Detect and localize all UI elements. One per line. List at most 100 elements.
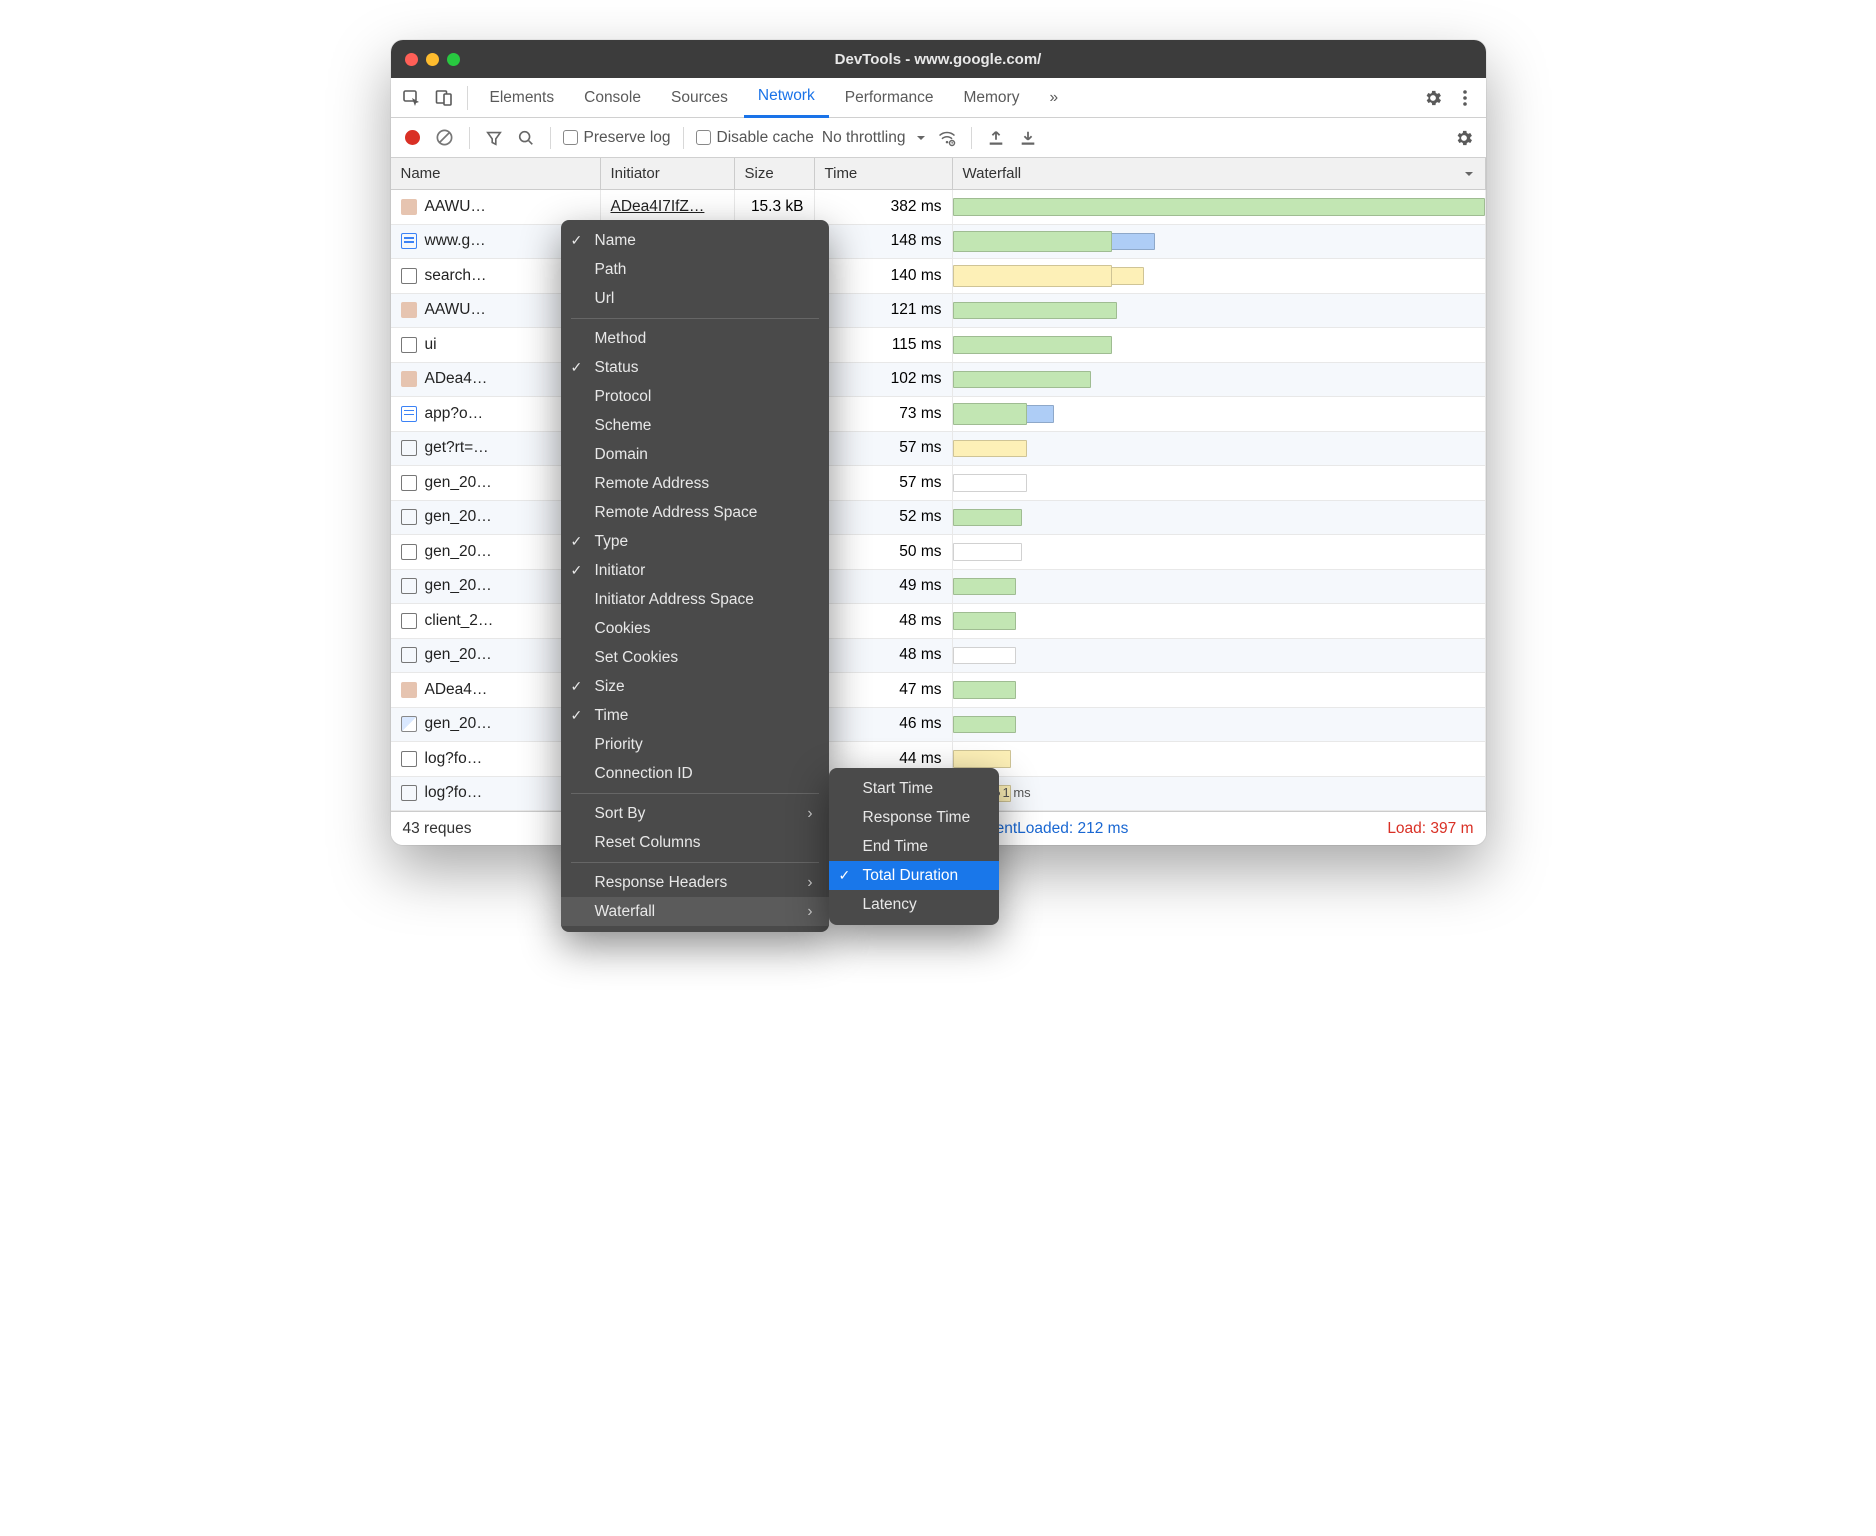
waterfall-cell	[953, 328, 1486, 362]
table-row[interactable]: get?rt=…rs=AA2YrT…14.8 kB57 ms	[391, 432, 1486, 467]
check-icon: ✓	[571, 562, 583, 579]
header-waterfall[interactable]: Waterfall	[953, 158, 1486, 189]
table-row[interactable]: ADea4…(index)22 B102 ms	[391, 363, 1486, 398]
menu-item-name[interactable]: ✓Name	[561, 226, 829, 255]
table-row[interactable]: gen_20…(index):11615 B49 ms	[391, 570, 1486, 605]
kebab-menu-icon[interactable]	[1450, 89, 1480, 107]
table-row[interactable]: client_2…(index):318 B48 ms	[391, 604, 1486, 639]
menu-item-type[interactable]: ✓Type	[561, 527, 829, 556]
menu-item-sort-by[interactable]: Sort By›	[561, 799, 829, 828]
network-settings-gear-icon[interactable]	[1452, 128, 1476, 148]
tabs-overflow[interactable]: »	[1035, 78, 1072, 118]
menu-item-remote-address[interactable]: Remote Address	[561, 469, 829, 498]
submenu-item-total-duration[interactable]: ✓Total Duration	[829, 861, 999, 890]
menu-item-size[interactable]: ✓Size	[561, 672, 829, 701]
request-name: AAWU…	[425, 198, 486, 216]
export-har-icon[interactable]	[1016, 129, 1040, 147]
throttling-select[interactable]: No throttling	[822, 129, 928, 147]
menu-item-time[interactable]: ✓Time	[561, 701, 829, 730]
import-har-icon[interactable]	[984, 129, 1008, 147]
table-row[interactable]: gen_20…(index):1214 B50 ms	[391, 535, 1486, 570]
time-cell: 48 ms	[815, 604, 953, 638]
header-initiator[interactable]: Initiator	[601, 158, 735, 189]
waterfall-bar	[953, 578, 1017, 596]
table-row[interactable]: gen_20…14 B46 ms	[391, 708, 1486, 743]
header-time[interactable]: Time	[815, 158, 953, 189]
menu-item-initiator[interactable]: ✓Initiator	[561, 556, 829, 585]
submenu-item-latency[interactable]: Latency	[829, 890, 999, 919]
waterfall-submenu[interactable]: Start TimeResponse TimeEnd Time✓Total Du…	[829, 768, 999, 925]
menu-item-priority[interactable]: Priority	[561, 730, 829, 759]
table-row[interactable]: gen_20…(index):21514 B48 ms	[391, 639, 1486, 674]
record-button[interactable]	[401, 130, 425, 145]
table-row[interactable]: app?o…rs=AA2YrT…14.4 kB73 ms	[391, 397, 1486, 432]
filter-icon[interactable]	[482, 129, 506, 147]
table-row[interactable]: ADea4…app?origin…22 B47 ms	[391, 673, 1486, 708]
table-row[interactable]: search…m=cdos,dp…21.0 kB140 ms	[391, 259, 1486, 294]
request-name: search…	[425, 267, 487, 285]
file-type-icon	[401, 371, 417, 387]
menu-item-reset-columns[interactable]: Reset Columns	[561, 828, 829, 857]
menu-item-waterfall[interactable]: Waterfall›	[561, 897, 829, 926]
request-name: gen_20…	[425, 646, 492, 664]
size-cell: 15.3 kB	[735, 190, 815, 224]
submenu-item-start-time[interactable]: Start Time	[829, 774, 999, 803]
submenu-item-end-time[interactable]: End Time	[829, 832, 999, 861]
table-row[interactable]: gen_20…(index):11615 B52 ms	[391, 501, 1486, 536]
zoom-icon[interactable]	[447, 53, 460, 66]
waterfall-bar	[953, 681, 1017, 699]
menu-item-set-cookies[interactable]: Set Cookies	[561, 643, 829, 672]
inspect-element-icon[interactable]	[397, 88, 427, 108]
menu-item-url[interactable]: Url	[561, 284, 829, 313]
tab-performance[interactable]: Performance	[831, 78, 948, 118]
waterfall-cell	[953, 225, 1486, 259]
initiator-cell[interactable]: ADea4I7IfZ…	[611, 198, 705, 216]
clear-icon[interactable]	[433, 128, 457, 147]
search-icon[interactable]	[514, 129, 538, 147]
minimize-icon[interactable]	[426, 53, 439, 66]
waterfall-bar	[953, 440, 1027, 458]
table-row[interactable]: AAWU…ADea4I7IfZ…15.3 kB382 ms	[391, 190, 1486, 225]
menu-item-path[interactable]: Path	[561, 255, 829, 284]
table-row[interactable]: uim=DhPYm…0 B115 ms	[391, 328, 1486, 363]
request-name: ui	[425, 336, 437, 354]
menu-item-initiator-address-space[interactable]: Initiator Address Space	[561, 585, 829, 614]
preserve-log-checkbox[interactable]: Preserve log	[563, 129, 671, 147]
network-table-headers: Name Initiator Size Time Waterfall	[391, 158, 1486, 190]
header-name[interactable]: Name	[391, 158, 601, 189]
menu-item-cookies[interactable]: Cookies	[561, 614, 829, 643]
header-context-menu[interactable]: ✓NamePathUrl Method✓StatusProtocolSchemeD…	[561, 220, 829, 932]
menu-item-domain[interactable]: Domain	[561, 440, 829, 469]
menu-item-status[interactable]: ✓Status	[561, 353, 829, 382]
settings-gear-icon[interactable]	[1418, 88, 1448, 108]
request-name: ADea4…	[425, 681, 488, 699]
menu-item-method[interactable]: Method	[561, 324, 829, 353]
menu-item-scheme[interactable]: Scheme	[561, 411, 829, 440]
waterfall-bar	[953, 543, 1022, 561]
time-cell: 57 ms	[815, 432, 953, 466]
tab-sources[interactable]: Sources	[657, 78, 742, 118]
time-cell: 148 ms	[815, 225, 953, 259]
table-row[interactable]: AAWU…ADea4I7IfZ…2.7 kB121 ms	[391, 294, 1486, 329]
network-conditions-icon[interactable]	[935, 128, 959, 148]
devtools-window: DevTools - www.google.com/ ElementsConso…	[391, 40, 1486, 845]
menu-item-response-headers[interactable]: Response Headers›	[561, 868, 829, 897]
disable-cache-checkbox[interactable]: Disable cache	[696, 129, 814, 147]
menu-item-protocol[interactable]: Protocol	[561, 382, 829, 411]
menu-item-remote-address-space[interactable]: Remote Address Space	[561, 498, 829, 527]
tab-elements[interactable]: Elements	[476, 78, 569, 118]
submenu-item-response-time[interactable]: Response Time	[829, 803, 999, 832]
table-row[interactable]: www.g…Other44.3 kB148 ms	[391, 225, 1486, 260]
header-size[interactable]: Size	[735, 158, 815, 189]
tab-memory[interactable]: Memory	[949, 78, 1033, 118]
menu-item-connection-id[interactable]: Connection ID	[561, 759, 829, 788]
waterfall-cell	[953, 742, 1486, 776]
tab-console[interactable]: Console	[570, 78, 655, 118]
device-toolbar-icon[interactable]	[429, 88, 459, 108]
table-row[interactable]: gen_20…m=cdos,dp…14 B57 ms	[391, 466, 1486, 501]
waterfall-cell	[953, 501, 1486, 535]
time-cell: 47 ms	[815, 673, 953, 707]
file-type-icon	[401, 716, 417, 732]
tab-network[interactable]: Network	[744, 78, 829, 118]
close-icon[interactable]	[405, 53, 418, 66]
